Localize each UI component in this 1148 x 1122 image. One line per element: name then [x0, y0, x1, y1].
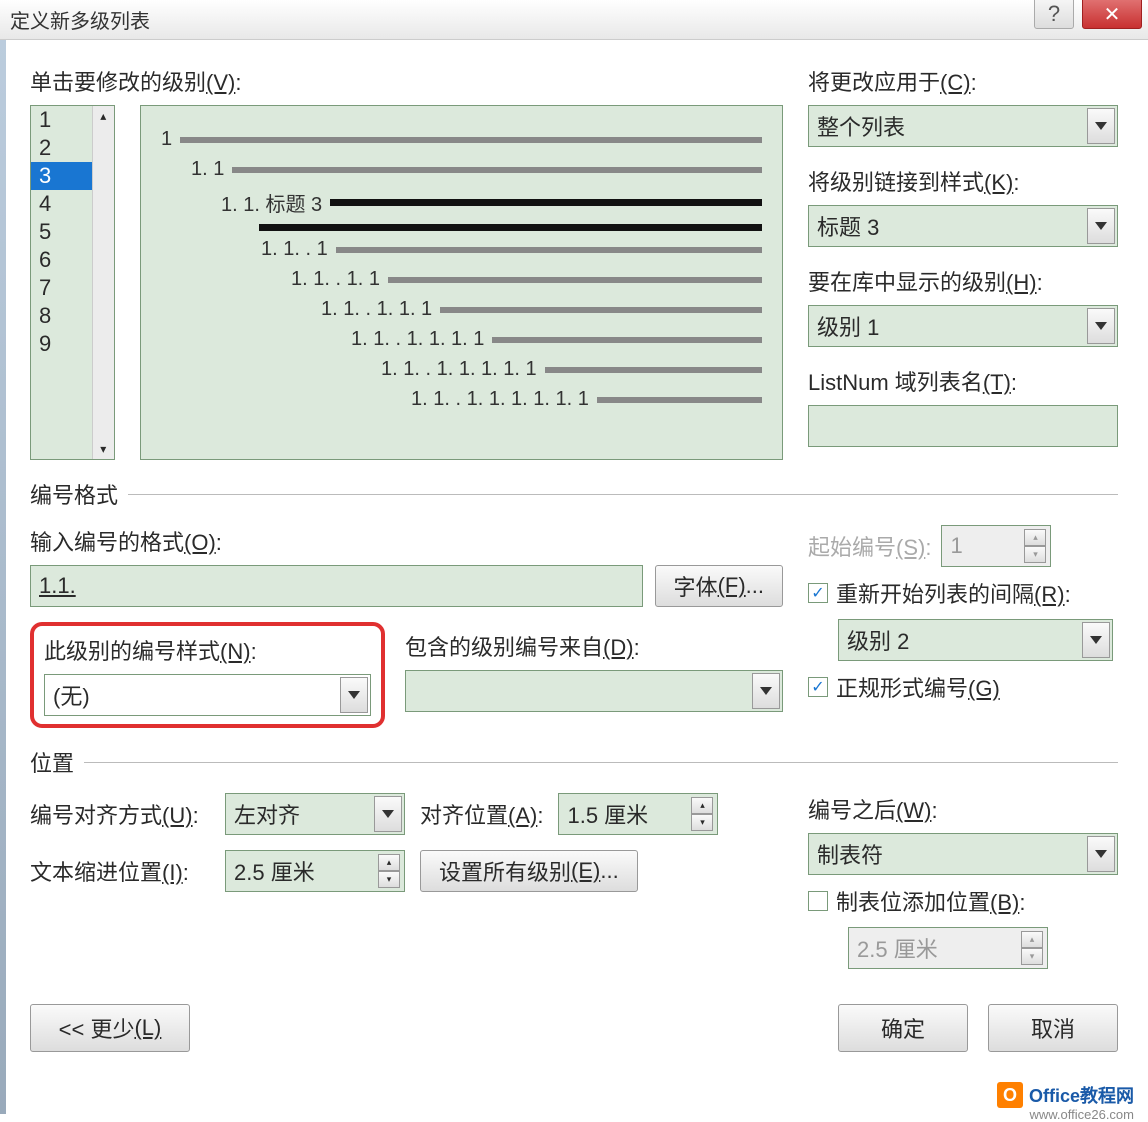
level-item-3[interactable]: 3: [31, 162, 92, 190]
help-button[interactable]: ?: [1034, 0, 1074, 29]
number-format-legend: 编号格式: [30, 478, 128, 510]
tab-stop-spinner: 2.5 厘米▴▾: [848, 927, 1048, 969]
office-logo-icon: O: [997, 1082, 1023, 1108]
enter-format-label: 输入编号的格式(O):: [30, 525, 783, 557]
restart-checkbox[interactable]: ✓: [808, 583, 828, 603]
chevron-down-icon[interactable]: [1087, 208, 1115, 244]
align-combo[interactable]: 左对齐: [225, 793, 405, 835]
follow-number-label: 编号之后(W):: [808, 793, 1118, 825]
close-button[interactable]: ✕: [1082, 0, 1142, 29]
follow-number-combo[interactable]: 制表符: [808, 833, 1118, 875]
chevron-down-icon[interactable]: [340, 677, 368, 713]
number-style-combo[interactable]: (无): [44, 674, 371, 716]
level-scrollbar[interactable]: ▴▾: [92, 106, 114, 459]
include-from-label: 包含的级别编号来自(D):: [405, 630, 783, 662]
watermark: O Office教程网 www.office26.com: [997, 1082, 1134, 1108]
level-item-6[interactable]: 6: [31, 246, 92, 274]
level-item-4[interactable]: 4: [31, 190, 92, 218]
tab-stop-label: 制表位添加位置(B):: [836, 885, 1025, 917]
number-format-group: 编号格式 输入编号的格式(O): 1.1. 字体(F)... 此级别的编号样式(…: [30, 478, 1118, 728]
level-item-9[interactable]: 9: [31, 330, 92, 358]
position-legend: 位置: [30, 746, 84, 778]
click-level-label: 单击要修改的级别(V):: [30, 65, 783, 97]
restart-level-combo[interactable]: 级别 2: [838, 619, 1113, 661]
chevron-down-icon[interactable]: [1087, 836, 1115, 872]
level-item-2[interactable]: 2: [31, 134, 92, 162]
align-label: 编号对齐方式(U):: [30, 798, 210, 830]
left-border-strip: [0, 40, 6, 1114]
aligned-at-spinner[interactable]: 1.5 厘米▴▾: [558, 793, 718, 835]
tab-stop-checkbox[interactable]: [808, 891, 828, 911]
less-button[interactable]: << 更少(L): [30, 1004, 190, 1052]
position-group: 位置 编号对齐方式(U): 左对齐 对齐位置(A): 1.5 厘米▴▾ 文本缩进…: [30, 746, 1118, 969]
ok-button[interactable]: 确定: [838, 1004, 968, 1052]
apply-to-combo[interactable]: 整个列表: [808, 105, 1118, 147]
legal-label: 正规形式编号(G): [836, 671, 1000, 703]
listnum-label: ListNum 域列表名(T):: [808, 365, 1118, 397]
legal-checkbox[interactable]: ✓: [808, 677, 828, 697]
chevron-down-icon[interactable]: [1082, 622, 1110, 658]
link-style-label: 将级别链接到样式(K):: [808, 165, 1118, 197]
chevron-down-icon[interactable]: [1087, 308, 1115, 344]
listnum-input[interactable]: [808, 405, 1118, 447]
start-at-spinner: 1▴▾: [941, 525, 1051, 567]
text-indent-label: 文本缩进位置(I):: [30, 855, 210, 887]
link-style-combo[interactable]: 标题 3: [808, 205, 1118, 247]
cancel-button[interactable]: 取消: [988, 1004, 1118, 1052]
chevron-down-icon[interactable]: [374, 796, 402, 832]
title-bar: 定义新多级列表 ? ✕: [0, 0, 1148, 40]
chevron-down-icon[interactable]: [1087, 108, 1115, 144]
level-item-1[interactable]: 1: [31, 106, 92, 134]
show-gallery-combo[interactable]: 级别 1: [808, 305, 1118, 347]
level-item-5[interactable]: 5: [31, 218, 92, 246]
restart-checkbox-row[interactable]: ✓ 重新开始列表的间隔(R):: [808, 577, 1118, 609]
window-title: 定义新多级列表: [10, 5, 150, 34]
format-input[interactable]: 1.1.: [30, 565, 643, 607]
tab-stop-checkbox-row[interactable]: 制表位添加位置(B):: [808, 885, 1118, 917]
apply-to-label: 将更改应用于(C):: [808, 65, 1118, 97]
restart-label: 重新开始列表的间隔(R):: [836, 577, 1071, 609]
number-style-label: 此级别的编号样式(N):: [44, 634, 371, 666]
aligned-at-label: 对齐位置(A):: [420, 798, 543, 830]
preview-pane: 1 1. 1 1. 1. 标题 3 1. 1. . 1 1. 1. . 1. 1…: [140, 105, 783, 460]
show-gallery-label: 要在库中显示的级别(H):: [808, 265, 1118, 297]
font-button[interactable]: 字体(F)...: [655, 565, 783, 607]
include-from-combo[interactable]: [405, 670, 783, 712]
legal-checkbox-row[interactable]: ✓ 正规形式编号(G): [808, 671, 1118, 703]
chevron-down-icon[interactable]: [752, 673, 780, 709]
set-all-button[interactable]: 设置所有级别(E)...: [420, 850, 638, 892]
level-item-7[interactable]: 7: [31, 274, 92, 302]
level-listbox[interactable]: 123456789 ▴▾: [30, 105, 115, 460]
start-at-label: 起始编号(S):: [808, 530, 931, 562]
level-item-8[interactable]: 8: [31, 302, 92, 330]
text-indent-spinner[interactable]: 2.5 厘米▴▾: [225, 850, 405, 892]
